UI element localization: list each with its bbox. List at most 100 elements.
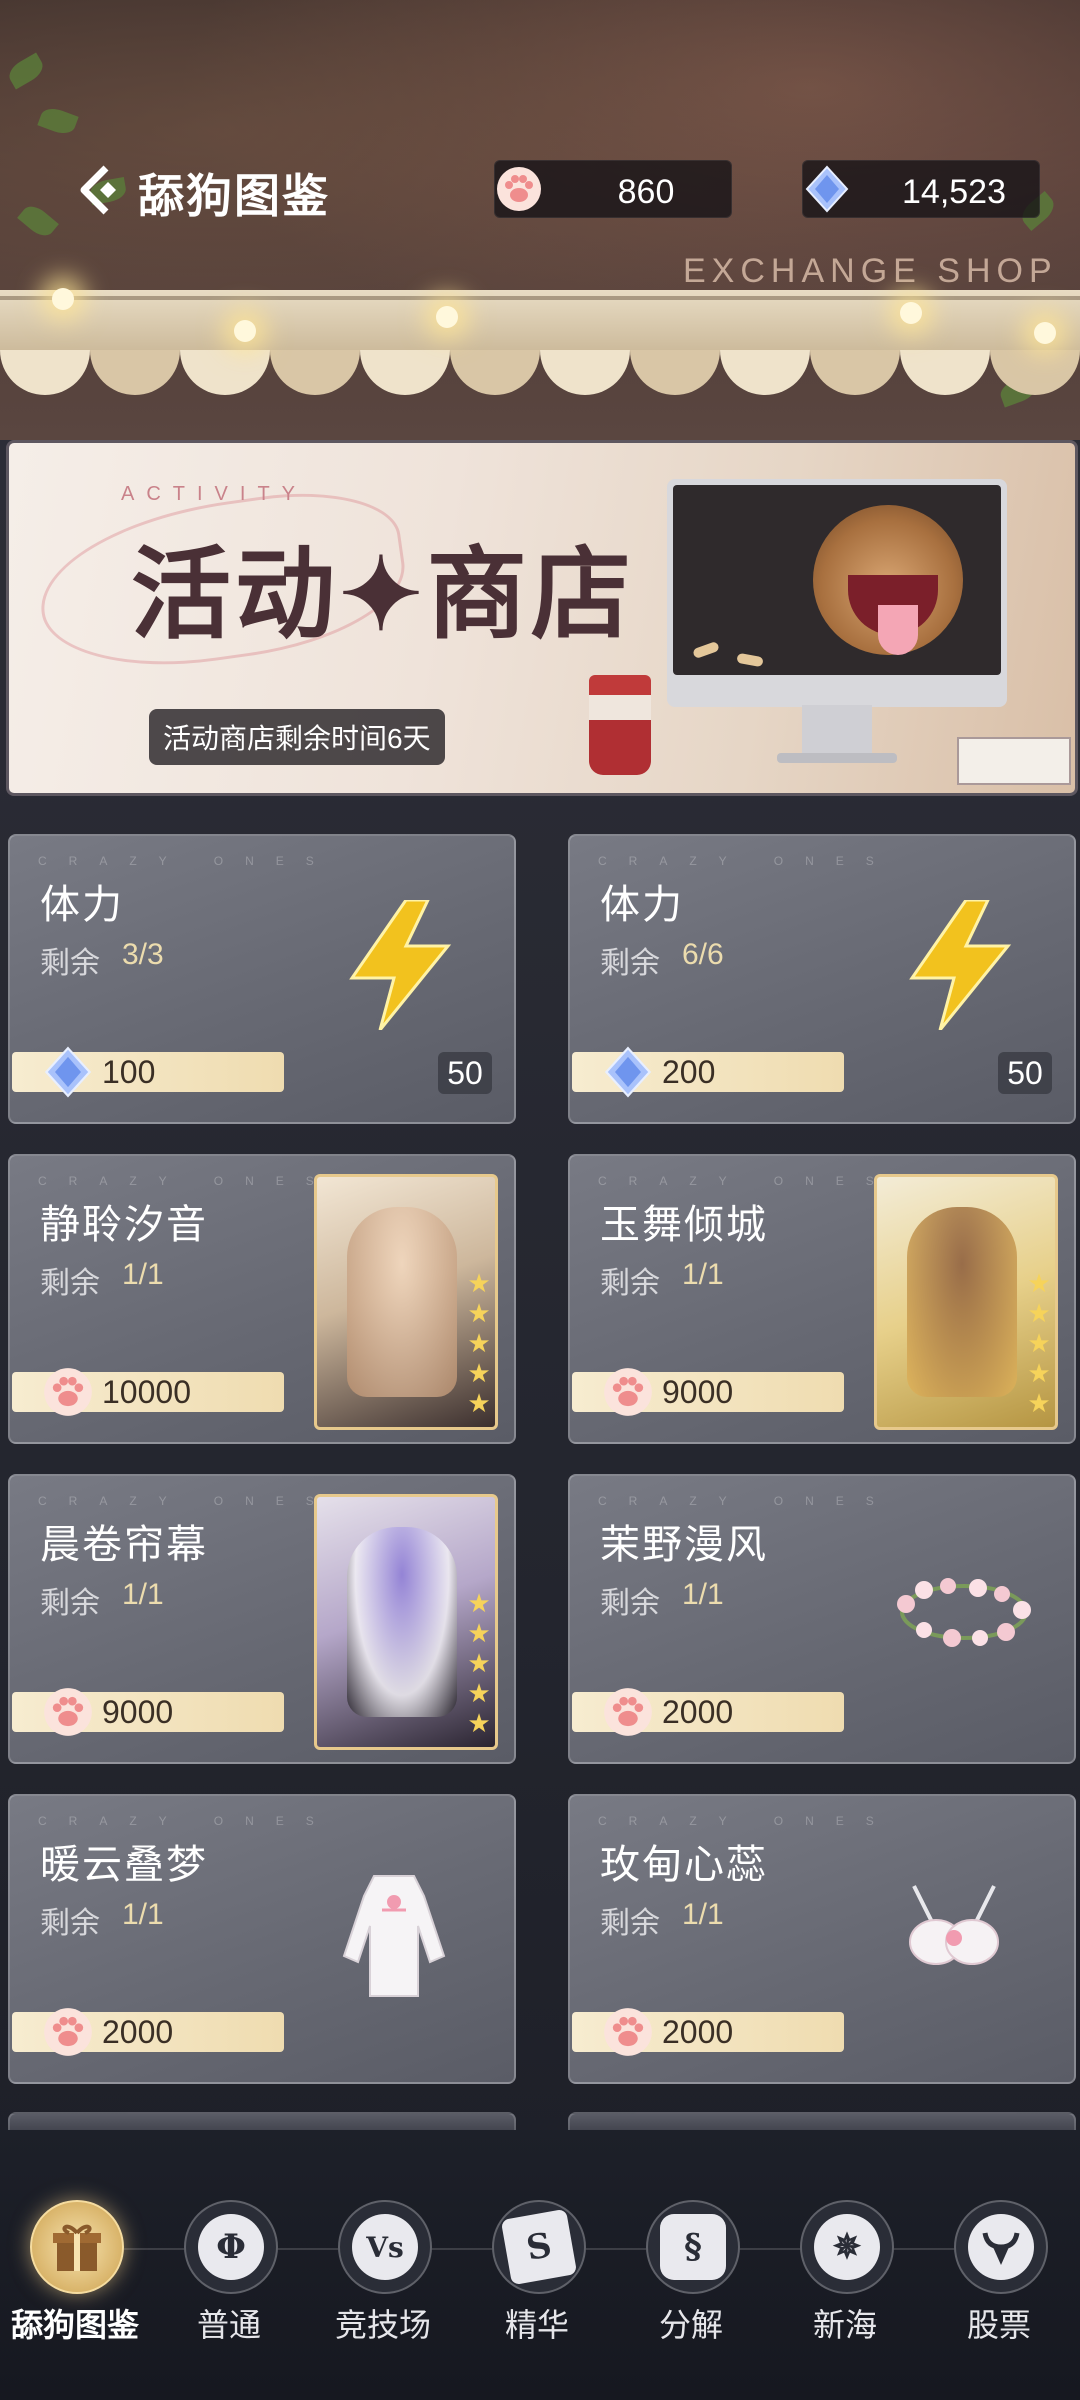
nav-item-stocks[interactable]: 股票: [934, 2200, 1064, 2380]
phi-icon: Φ: [184, 2200, 278, 2294]
light-bulb: [436, 306, 458, 328]
stock-label: 剩余: [600, 1587, 660, 1620]
shop-item-card[interactable]: CRAZY ONES 体力 剩余 3/3 100 50: [8, 834, 516, 1124]
stock-value: 1/1: [682, 1898, 724, 1931]
back-arrow-icon: [80, 165, 116, 215]
shop-item-card[interactable]: CRAZY ONES 体力 剩余 6/6 200 50: [568, 834, 1076, 1124]
nav-item-decompose[interactable]: § 分解: [626, 2200, 756, 2380]
monitor-illustration: [667, 479, 1007, 763]
light-bulb: [1034, 322, 1056, 344]
item-name: 静聆汐音: [40, 1203, 208, 1247]
paw-icon: [44, 1368, 92, 1416]
white-dress-icon: [342, 1875, 446, 1997]
bull-icon: [954, 2200, 1048, 2294]
shop-item-card[interactable]: CRAZY ONES 静聆汐音 剩余 1/1 ★ ★ ★ ★ ★ 10000: [8, 1154, 516, 1444]
item-price: 9000: [102, 1694, 174, 1730]
gem-icon: [805, 165, 849, 213]
item-quantity: 50: [438, 1052, 492, 1094]
banner-title: 活动✦商店: [131, 535, 635, 653]
nav-label: 舔狗图鉴: [10, 2307, 139, 2343]
nav-item-new-sea[interactable]: ✵ 新海: [780, 2200, 910, 2380]
stock-value: 1/1: [122, 1898, 164, 1931]
flower-wreath-icon: [897, 1578, 1031, 1647]
gift-icon: [30, 2200, 124, 2294]
nav-label: 普通: [196, 2307, 261, 2343]
stock-label: 剩余: [40, 1267, 100, 1300]
stamina-bolt-icon: [909, 900, 1012, 1030]
item-name: 体力: [600, 883, 684, 927]
stock-value: 1/1: [122, 1258, 164, 1291]
item-price: 2000: [102, 2014, 174, 2050]
paw-icon: [604, 1688, 652, 1736]
item-price: 10000: [102, 1374, 191, 1410]
gem-currency-value: 14,523: [902, 173, 1006, 211]
nav-item-normal[interactable]: Φ 普通: [164, 2200, 294, 2380]
shop-item-card[interactable]: CRAZY ONES 茉野漫风 剩余 1/1 2000: [568, 1474, 1076, 1764]
paw-currency-value: 860: [617, 173, 675, 211]
nav-label: 精华: [504, 2307, 569, 2343]
star-rating: ★ ★ ★ ★ ★: [467, 1268, 491, 1418]
stamina-bolt-icon: [349, 900, 452, 1030]
stock-value: 1/1: [682, 1258, 724, 1291]
nav-label: 股票: [966, 2307, 1031, 2343]
item-name: 茉野漫风: [600, 1523, 768, 1567]
activity-shop-banner[interactable]: ACTIVITY 活动✦商店 活动商店剩余时间6天: [6, 440, 1078, 796]
shop-item-card[interactable]: CRAZY ONES 暖云叠梦 剩余 1/1 2000: [8, 1794, 516, 2084]
paw-icon: [604, 1368, 652, 1416]
item-price: 100: [102, 1054, 156, 1090]
top-bar: 舔狗图鉴 860 14,523: [0, 150, 1080, 230]
back-button[interactable]: [74, 160, 134, 220]
nav-item-essence[interactable]: S 精华: [472, 2200, 602, 2380]
item-name: 暖云叠梦: [40, 1843, 208, 1887]
character-card-art: ★ ★ ★ ★ ★: [874, 1174, 1058, 1430]
paw-icon: [497, 167, 541, 211]
stock-label: 剩余: [600, 1267, 660, 1300]
s-hex-icon: §: [646, 2200, 740, 2294]
light-bulb: [234, 320, 256, 342]
item-name: 玉舞倾城: [600, 1203, 768, 1247]
stock-label: 剩余: [600, 1907, 660, 1940]
stock-label: 剩余: [40, 1907, 100, 1940]
stock-value: 1/1: [122, 1578, 164, 1611]
paw-icon: [44, 2008, 92, 2056]
character-card-art: ★ ★ ★ ★ ★: [314, 1494, 498, 1750]
item-price: 9000: [662, 1374, 734, 1410]
page-title: 舔狗图鉴: [138, 170, 330, 222]
light-bulb: [52, 288, 74, 310]
shop-item-card[interactable]: CRAZY ONES 晨卷帘幕 剩余 1/1 ★ ★ ★ ★ ★ 9000: [8, 1474, 516, 1764]
nav-label: 新海: [812, 2307, 877, 2343]
star-rating: ★ ★ ★ ★ ★: [467, 1588, 491, 1738]
bottom-navigation: 舔狗图鉴 Φ 普通 Vs 竞技场 S 精华 § 分解 ✵ 新海 股票: [0, 2130, 1080, 2400]
gem-icon: [44, 1046, 92, 1098]
paw-currency-display[interactable]: 860: [494, 160, 732, 218]
stock-label: 剩余: [40, 1587, 100, 1620]
stock-value: 3/3: [122, 938, 164, 971]
stock-label: 剩余: [600, 947, 660, 980]
item-price: 200: [662, 1054, 716, 1090]
photo-frame-illustration: [957, 737, 1071, 785]
s-card-icon: S: [492, 2200, 586, 2294]
nav-item-arena[interactable]: Vs 竞技场: [318, 2200, 448, 2380]
paw-icon: [604, 2008, 652, 2056]
paw-icon: [44, 1688, 92, 1736]
shop-timer: 活动商店剩余时间6天: [149, 709, 445, 765]
item-quantity: 50: [998, 1052, 1052, 1094]
shop-item-card[interactable]: CRAZY ONES 玫甸心蕊 剩余 1/1 2000: [568, 1794, 1076, 2084]
item-name: 晨卷帘幕: [40, 1523, 208, 1567]
character-card-art: ★ ★ ★ ★ ★: [314, 1174, 498, 1430]
shop-item-card[interactable]: CRAZY ONES 玉舞倾城 剩余 1/1 ★ ★ ★ ★ ★ 9000: [568, 1154, 1076, 1444]
item-name: 体力: [40, 883, 124, 927]
gem-currency-display[interactable]: 14,523: [802, 160, 1040, 218]
nav-label: 分解: [658, 2307, 723, 2343]
coffee-cup-illustration: [589, 675, 651, 775]
stock-value: 1/1: [682, 1578, 724, 1611]
lingerie-icon: [909, 1885, 999, 1965]
light-bulb: [900, 302, 922, 324]
item-price: 2000: [662, 1694, 734, 1730]
stock-value: 6/6: [682, 938, 724, 971]
exchange-shop-label: EXCHANGE SHOP: [683, 252, 1058, 290]
nav-label: 竞技场: [334, 2307, 431, 2343]
nav-item-dog-guide[interactable]: 舔狗图鉴: [10, 2200, 140, 2380]
item-name: 玫甸心蕊: [600, 1843, 768, 1887]
vs-icon: Vs: [338, 2200, 432, 2294]
